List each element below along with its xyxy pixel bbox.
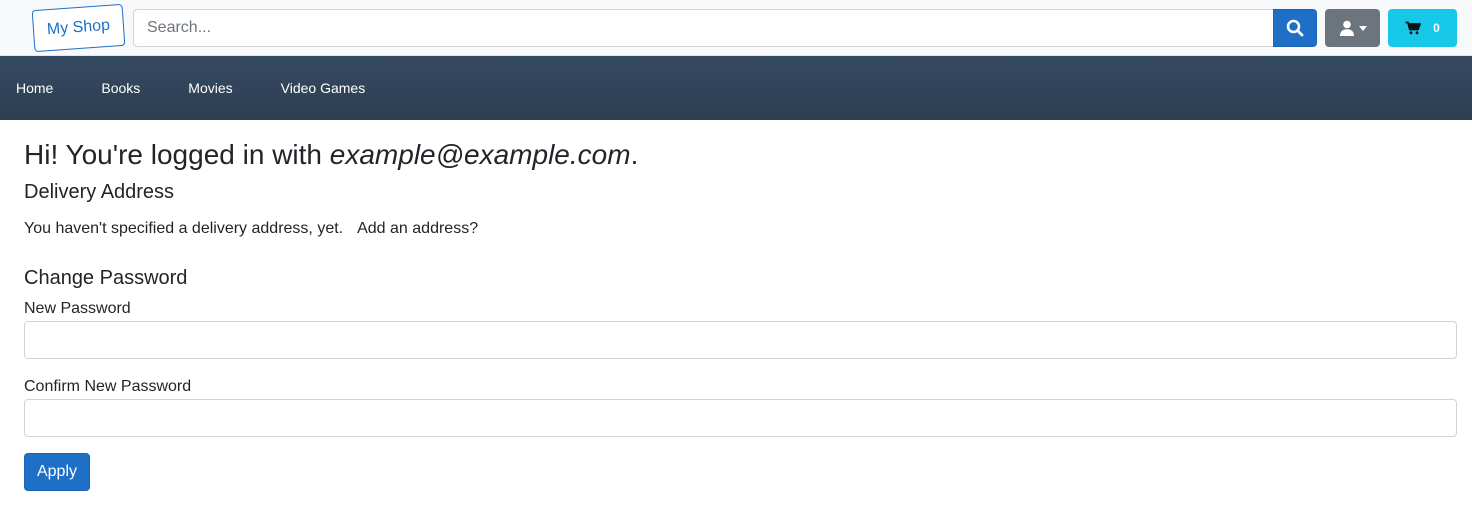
cart-count-badge: 0 [1433, 21, 1440, 35]
confirm-password-field[interactable] [24, 399, 1457, 437]
search-icon [1286, 19, 1304, 37]
search-button[interactable] [1273, 9, 1317, 47]
nav-link-home[interactable]: Home [16, 80, 53, 96]
category-nav: Home Books Movies Video Games [0, 56, 1472, 120]
greeting-suffix: . [630, 139, 639, 170]
confirm-password-label: Confirm New Password [24, 378, 192, 395]
delivery-address-heading: Delivery Address [24, 181, 175, 203]
delivery-address-text: You haven't specified a delivery address… [24, 220, 344, 237]
add-address-link[interactable]: Add an address? [357, 220, 478, 237]
user-icon [1339, 20, 1354, 36]
change-password-heading: Change Password [24, 267, 188, 289]
user-email: example@example.com [329, 139, 631, 170]
new-password-label: New Password [24, 300, 131, 317]
chevron-down-icon [1358, 26, 1367, 31]
search-input[interactable] [133, 9, 1274, 47]
delivery-address-status: You haven't specified a delivery address… [24, 220, 478, 238]
brand-logo[interactable]: My Shop [31, 3, 126, 53]
user-menu-button[interactable] [1325, 9, 1380, 47]
cart-icon [1405, 21, 1422, 35]
nav-link-books[interactable]: Books [101, 80, 140, 96]
nav-link-video-games[interactable]: Video Games [281, 80, 366, 96]
page-title: Hi! You're logged in with example@exampl… [24, 138, 638, 172]
new-password-field[interactable] [24, 321, 1457, 359]
apply-button[interactable]: Apply [24, 453, 90, 491]
greeting-prefix: Hi! You're logged in with [24, 139, 330, 170]
nav-link-movies[interactable]: Movies [188, 80, 232, 96]
cart-button[interactable]: 0 [1388, 9, 1457, 47]
top-navbar: My Shop 0 [0, 0, 1472, 56]
